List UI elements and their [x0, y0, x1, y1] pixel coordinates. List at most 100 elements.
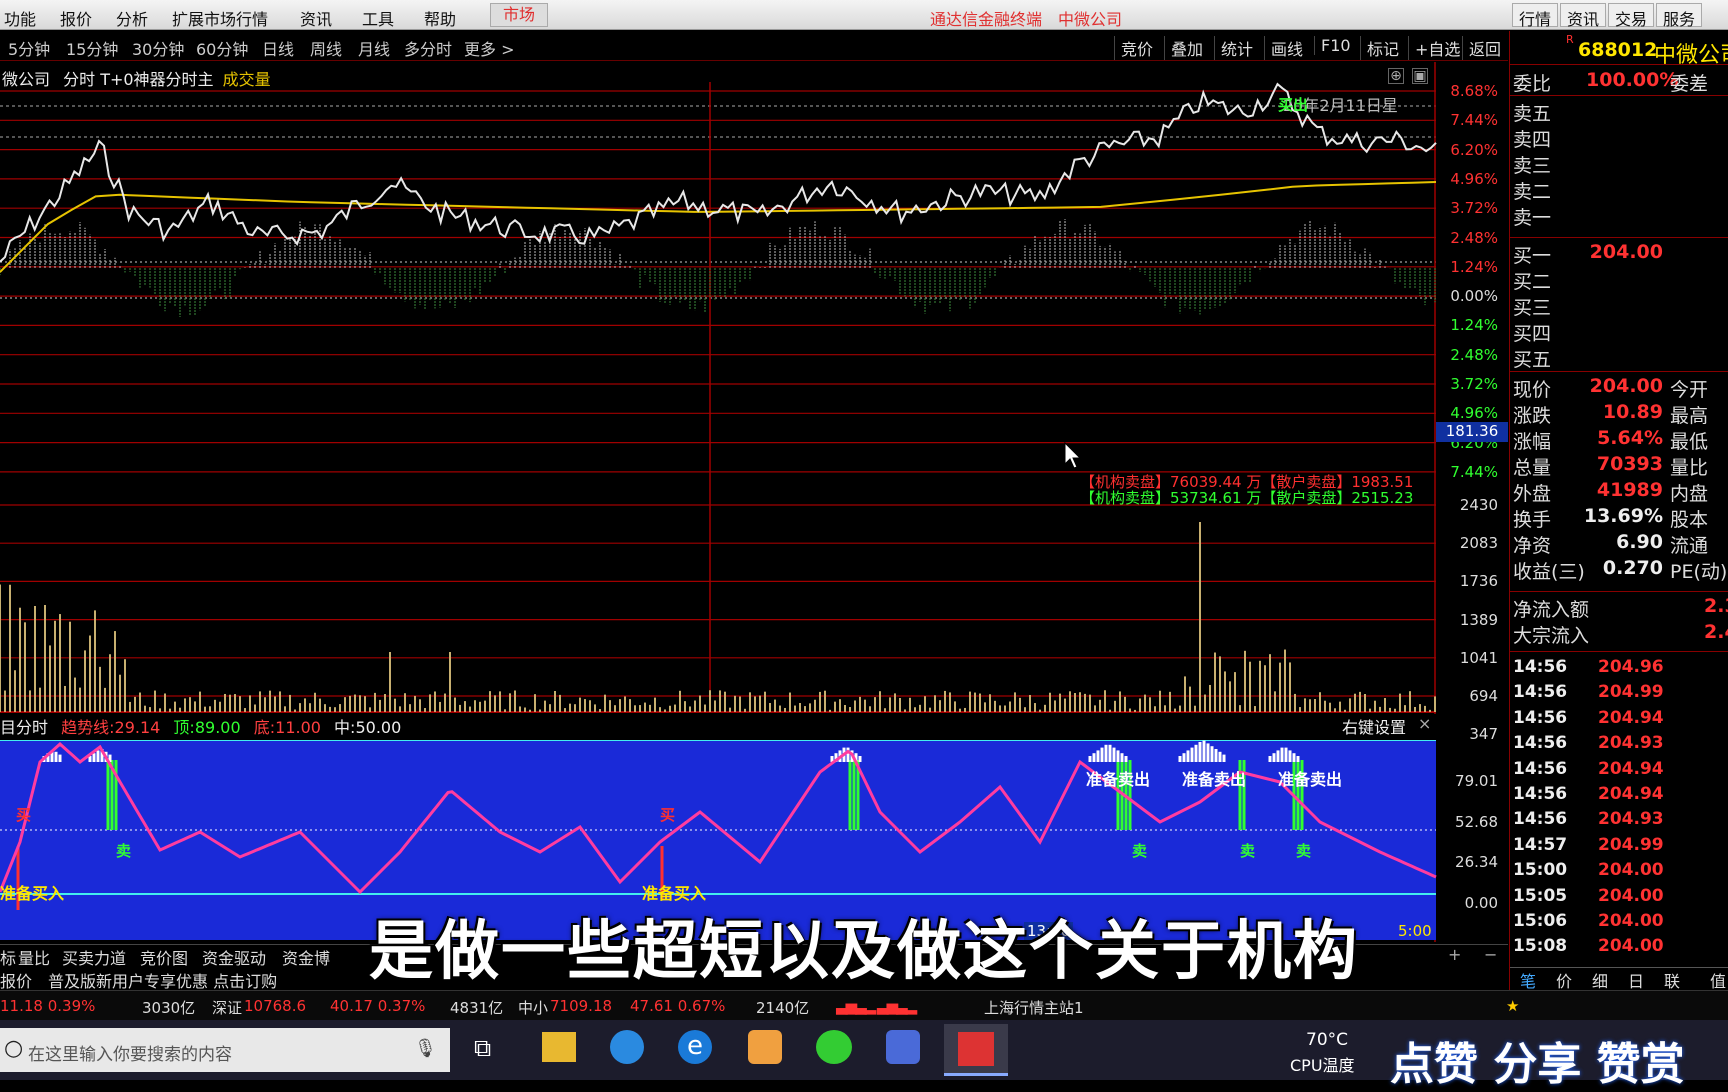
sell-marker-4: 卖 [1296, 842, 1312, 860]
period-month[interactable]: 月线 [358, 36, 390, 60]
file-explorer-icon[interactable] [542, 1032, 576, 1062]
service-button[interactable]: 服务 [1656, 3, 1703, 29]
stock-name: 中微公司 [1654, 43, 1728, 68]
quote-value: 41989 [1596, 479, 1663, 501]
sh-amount: 3030亿 [142, 999, 196, 1017]
period-multi[interactable]: 多分时 [404, 36, 452, 60]
volume-axis-label: 347 [1469, 725, 1498, 744]
menu-function[interactable]: 功能 [4, 6, 36, 30]
buy-level-3: 买三 [1513, 297, 1552, 319]
menu-market[interactable]: 市场 [490, 3, 549, 27]
close-icon[interactable]: × [1418, 714, 1431, 733]
r-badge: R [1566, 33, 1574, 46]
zx-amount: 2140亿 [756, 999, 810, 1017]
app-icon[interactable] [748, 1030, 782, 1064]
tick-time: 14:56 [1513, 657, 1568, 677]
period-30min[interactable]: 30分钟 [132, 36, 184, 60]
panel-toggle-icon[interactable]: ▣ [1412, 68, 1428, 84]
microphone-icon[interactable]: 🎙 [414, 1038, 437, 1059]
indicator-axis-label: 79.01 [1455, 772, 1498, 790]
sell-level-1: 卖一 [1513, 207, 1552, 229]
bottom-value: 11.00 [275, 718, 321, 737]
quote-value: 204.00 [1589, 375, 1663, 397]
menu-quote[interactable]: 报价 [60, 6, 92, 30]
period-more[interactable]: 更多 > [464, 36, 515, 60]
trade-button[interactable]: 交易 [1608, 3, 1655, 29]
buy-level-1: 买一 [1513, 245, 1552, 267]
menu-info[interactable]: 资讯 [300, 6, 332, 30]
period-day[interactable]: 日线 [262, 36, 294, 60]
period-60min[interactable]: 60分钟 [196, 36, 248, 60]
tick-row: 14:56 204.94 [1510, 784, 1728, 808]
tick-time: 14:56 [1513, 707, 1568, 728]
quote-button[interactable]: 行情 [1512, 3, 1559, 29]
info-button[interactable]: 资讯 [1560, 3, 1607, 29]
star-icon[interactable]: ★ [1506, 997, 1519, 1015]
sz-change: 40.17 0.37% [330, 997, 426, 1015]
buy-level-5: 买五 [1513, 349, 1552, 371]
price-line [0, 82, 1437, 263]
tdx-icon [958, 1032, 994, 1066]
tick-row: 15:00 204.00 [1510, 860, 1728, 884]
period-week[interactable]: 周线 [310, 36, 342, 60]
buy-marker-1: 买 [16, 806, 32, 824]
menu-extended-market[interactable]: 扩展市场行情 [172, 6, 268, 30]
mark-button[interactable]: 标记 [1360, 36, 1399, 60]
quote-label: 涨幅 [1513, 431, 1552, 453]
f10-button[interactable]: F10 [1314, 36, 1351, 55]
quote-label-right: PE(动) [1670, 561, 1728, 583]
search-box[interactable]: ○ 在这里输入你要搜索的内容 🎙 [0, 1028, 450, 1072]
sz-label: 深证 [212, 999, 243, 1017]
flow-value: 2.4 [1704, 621, 1728, 643]
sell-level-5: 卖五 [1513, 103, 1552, 125]
period-5min[interactable]: 5分钟 [8, 36, 50, 60]
add-watchlist-button[interactable]: +自选 [1408, 36, 1460, 60]
auction-button[interactable]: 竞价 [1114, 36, 1153, 60]
price-axis-label: 2.48% [1450, 345, 1498, 364]
tick-row: 14:56 204.93 [1510, 733, 1728, 757]
price-axis-label: 0.00% [1450, 287, 1498, 306]
indicator-axis-label: 26.34 [1455, 853, 1498, 872]
menu-tools[interactable]: 工具 [362, 6, 394, 30]
price-axis-label: 4.96% [1450, 169, 1498, 188]
chart-mode[interactable]: 分时 T+0神器分时主 [63, 70, 213, 89]
edge-icon[interactable]: e [678, 1030, 712, 1064]
zx-index: 7109.18 [550, 997, 613, 1015]
mid-value: 50.00 [355, 718, 402, 737]
flow-value: 2.3 [1704, 595, 1728, 617]
volume-axis-label: 2430 [1459, 496, 1498, 514]
menu-bar: 功能 报价 分析 扩展市场行情 资讯 工具 帮助 市场 通达信金融终端 中微公司… [0, 0, 1728, 30]
back-button[interactable]: 返回 [1462, 36, 1501, 60]
quote-label: 净资 [1513, 535, 1552, 557]
tick-price: 204.00 [1598, 860, 1664, 881]
right-click-settings[interactable]: 右键设置 [1342, 714, 1406, 738]
server-name[interactable]: 上海行情主站1 [984, 997, 1084, 1018]
volume-axis-label: 1041 [1459, 648, 1498, 667]
search-icon: ○ [4, 1036, 24, 1061]
zx-change: 47.61 0.67% [630, 997, 726, 1015]
stats-button[interactable]: 统计 [1214, 36, 1253, 60]
tick-time: 14:56 [1513, 682, 1568, 703]
menu-analysis[interactable]: 分析 [116, 6, 148, 30]
price-axis-label: 4.96% [1450, 404, 1498, 423]
user-app-icon[interactable] [886, 1030, 920, 1064]
weibi-value: 100.00% [1586, 69, 1679, 91]
price-axis-label: 1.24% [1450, 316, 1498, 335]
expand-icon[interactable]: ⊕ [1388, 68, 1404, 84]
tick-price: 204.96 [1598, 657, 1664, 677]
tick-row: 14:56 204.99 [1510, 682, 1728, 706]
quote-label: 换手 [1513, 509, 1552, 531]
overlay-button[interactable]: 叠加 [1164, 36, 1203, 60]
intraday-chart[interactable] [0, 62, 1508, 990]
chart-stock-name: 微公司 [2, 70, 51, 89]
flow-line-2: 【机构卖盘】53734.61 万【散户卖盘】2515.23 [1080, 489, 1414, 507]
period-15min[interactable]: 15分钟 [66, 36, 118, 60]
tdx-app-active[interactable] [944, 1024, 1008, 1076]
quote-label-right: 量比 [1670, 457, 1709, 479]
browser-icon[interactable] [610, 1030, 644, 1064]
task-view-icon[interactable]: ⧉ [474, 1034, 491, 1062]
wechat-icon[interactable] [816, 1030, 852, 1064]
indicator-name[interactable]: 目分时 [0, 718, 48, 737]
menu-help[interactable]: 帮助 [424, 6, 456, 30]
draw-button[interactable]: 画线 [1264, 36, 1303, 60]
